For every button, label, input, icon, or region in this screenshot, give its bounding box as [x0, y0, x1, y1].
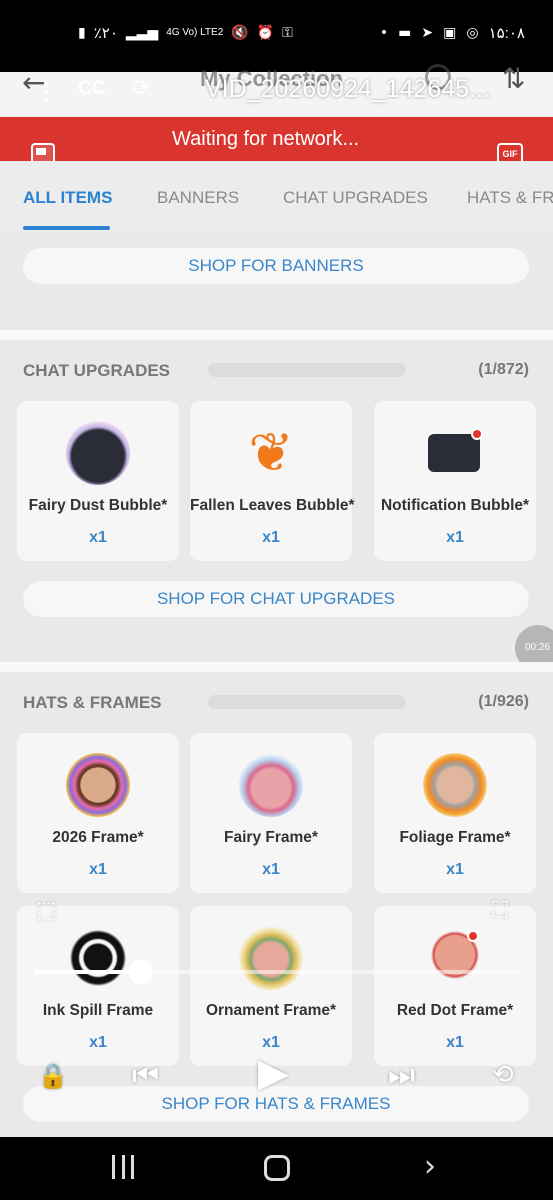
telegram-icon: ➤: [421, 25, 434, 41]
status-bar: ▮ ٪۲۰ ▂▃▅ 4G Vo) LTE2 🔇 ⏰ ⚿ • ▬ ➤ ▣ ◎ ۱۵…: [0, 0, 553, 72]
battery-level: ٪۲۰: [93, 25, 118, 42]
seek-bar[interactable]: [34, 960, 519, 984]
dot-icon: •: [379, 25, 389, 41]
screenshot-icon[interactable]: ⬚: [36, 898, 57, 923]
ornament-frame-icon: [239, 926, 303, 990]
video-filename: VID_20260924_142645...: [205, 75, 490, 103]
chat-upgrades-count: (1/872): [478, 361, 529, 378]
hats-frames-count: (1/926): [478, 693, 529, 710]
recent-apps-icon[interactable]: [112, 1155, 134, 1179]
nav-back-icon[interactable]: ›: [424, 1149, 436, 1184]
next-icon[interactable]: ⏭: [388, 1058, 415, 1093]
message-icon: ▬: [398, 25, 412, 41]
item-card[interactable]: Fairy Frame* x1: [190, 733, 352, 893]
key-icon: ⚿: [282, 25, 293, 41]
battery-icon: ▮: [78, 25, 86, 41]
item-name: Fairy Dust Bubble*: [28, 497, 168, 514]
chat-upgrades-progress-bar: [208, 363, 406, 377]
frame-2026-icon: [66, 753, 130, 817]
section-divider: [0, 662, 553, 672]
sort-icon[interactable]: ⇅: [502, 62, 525, 95]
network-type: 4G Vo) LTE2: [166, 27, 224, 38]
fullscreen-icon[interactable]: ⛶: [492, 898, 507, 923]
item-quantity: x1: [262, 861, 280, 878]
item-name: Ink Spill Frame: [42, 1002, 154, 1019]
item-name: Ornament Frame*: [205, 1002, 337, 1019]
leaf-glyph: ❦: [248, 421, 294, 484]
clock: ۱۵:۰۸: [488, 25, 525, 42]
item-quantity: x1: [446, 529, 464, 546]
foliage-frame-icon: [423, 753, 487, 817]
fairy-dust-bubble-icon: [66, 421, 130, 485]
tab-banners[interactable]: BANNERS: [157, 188, 239, 208]
item-card[interactable]: Foliage Frame* x1: [374, 733, 536, 893]
navigation-bar: ›: [0, 1137, 553, 1200]
captions-button[interactable]: CC: [78, 78, 105, 100]
notification-dot: [467, 930, 479, 942]
tab-chat-upgrades[interactable]: CHAT UPGRADES: [283, 188, 428, 208]
whatsapp-icon: ◎: [466, 25, 479, 41]
item-card[interactable]: Red Dot Frame* x1: [374, 906, 536, 1066]
auto-rotate-icon[interactable]: ⟲: [492, 1060, 514, 1090]
item-quantity: x1: [89, 529, 107, 546]
item-quantity: x1: [89, 861, 107, 878]
notification-dot: [471, 428, 483, 440]
mute-icon: 🔇: [231, 25, 249, 41]
chat-upgrades-title: CHAT UPGRADES: [23, 361, 171, 380]
network-banner: Waiting for network...: [0, 117, 553, 161]
item-card[interactable]: Fairy Dust Bubble* x1: [17, 401, 179, 561]
seek-bar-progress: [34, 970, 141, 974]
hats-frames-title: HATS & FRAMES: [23, 693, 162, 712]
active-tab-indicator: [23, 226, 110, 230]
signal-icon: ▂▃▅: [125, 25, 159, 41]
item-quantity: x1: [446, 1034, 464, 1051]
section-divider: [0, 330, 553, 340]
shop-chat-upgrades-button[interactable]: SHOP FOR CHAT UPGRADES: [23, 581, 529, 617]
item-name: Fairy Frame*: [224, 829, 318, 846]
previous-icon[interactable]: ⏮: [132, 1058, 159, 1093]
item-card[interactable]: ❦ Fallen Leaves Bubble* x1: [190, 401, 355, 561]
category-tabs: ALL ITEMS BANNERS CHAT UPGRADES HATS & F…: [0, 162, 553, 232]
shop-banners-button[interactable]: SHOP FOR BANNERS: [23, 248, 529, 284]
network-status-text: Waiting for network...: [172, 128, 360, 150]
play-icon[interactable]: ▶: [258, 1050, 289, 1096]
notification-bubble-icon: [428, 434, 480, 472]
item-name: Notification Bubble*: [380, 497, 530, 514]
item-name: Fallen Leaves Bubble*: [190, 497, 355, 514]
status-right: • ▬ ➤ ▣ ◎ ۱۵:۰۸: [380, 24, 525, 42]
ink-spill-frame-icon: [66, 926, 130, 990]
item-name: Red Dot Frame*: [396, 1002, 514, 1019]
item-name: Foliage Frame*: [399, 829, 511, 846]
status-left: ▮ ٪۲۰ ▂▃▅ 4G Vo) LTE2 🔇 ⏰ ⚿: [78, 24, 293, 42]
item-card[interactable]: Ink Spill Frame x1: [17, 906, 179, 1066]
hats-frames-progress-bar: [208, 695, 406, 709]
seek-bar-thumb[interactable]: [128, 960, 153, 984]
tab-all-items[interactable]: ALL ITEMS: [23, 188, 112, 208]
gallery-icon: ▣: [443, 25, 457, 41]
rotate-screen-icon[interactable]: ⟳: [132, 76, 150, 101]
item-card[interactable]: Ornament Frame* x1: [190, 906, 352, 1066]
home-icon[interactable]: [264, 1155, 290, 1181]
item-quantity: x1: [262, 529, 280, 546]
more-options-icon[interactable]: ⋮: [34, 78, 58, 106]
fairy-frame-icon: [239, 753, 303, 817]
item-quantity: x1: [89, 1034, 107, 1051]
item-quantity: x1: [446, 861, 464, 878]
lock-icon[interactable]: 🔒: [38, 1062, 68, 1090]
tab-hats-frames[interactable]: HATS & FRA: [467, 188, 553, 208]
alarm-icon: ⏰: [256, 25, 275, 41]
maple-leaf-icon: ❦: [239, 421, 303, 485]
item-card[interactable]: Notification Bubble* x1: [374, 401, 536, 561]
item-name: 2026 Frame*: [52, 829, 144, 846]
item-card[interactable]: 2026 Frame* x1: [17, 733, 179, 893]
